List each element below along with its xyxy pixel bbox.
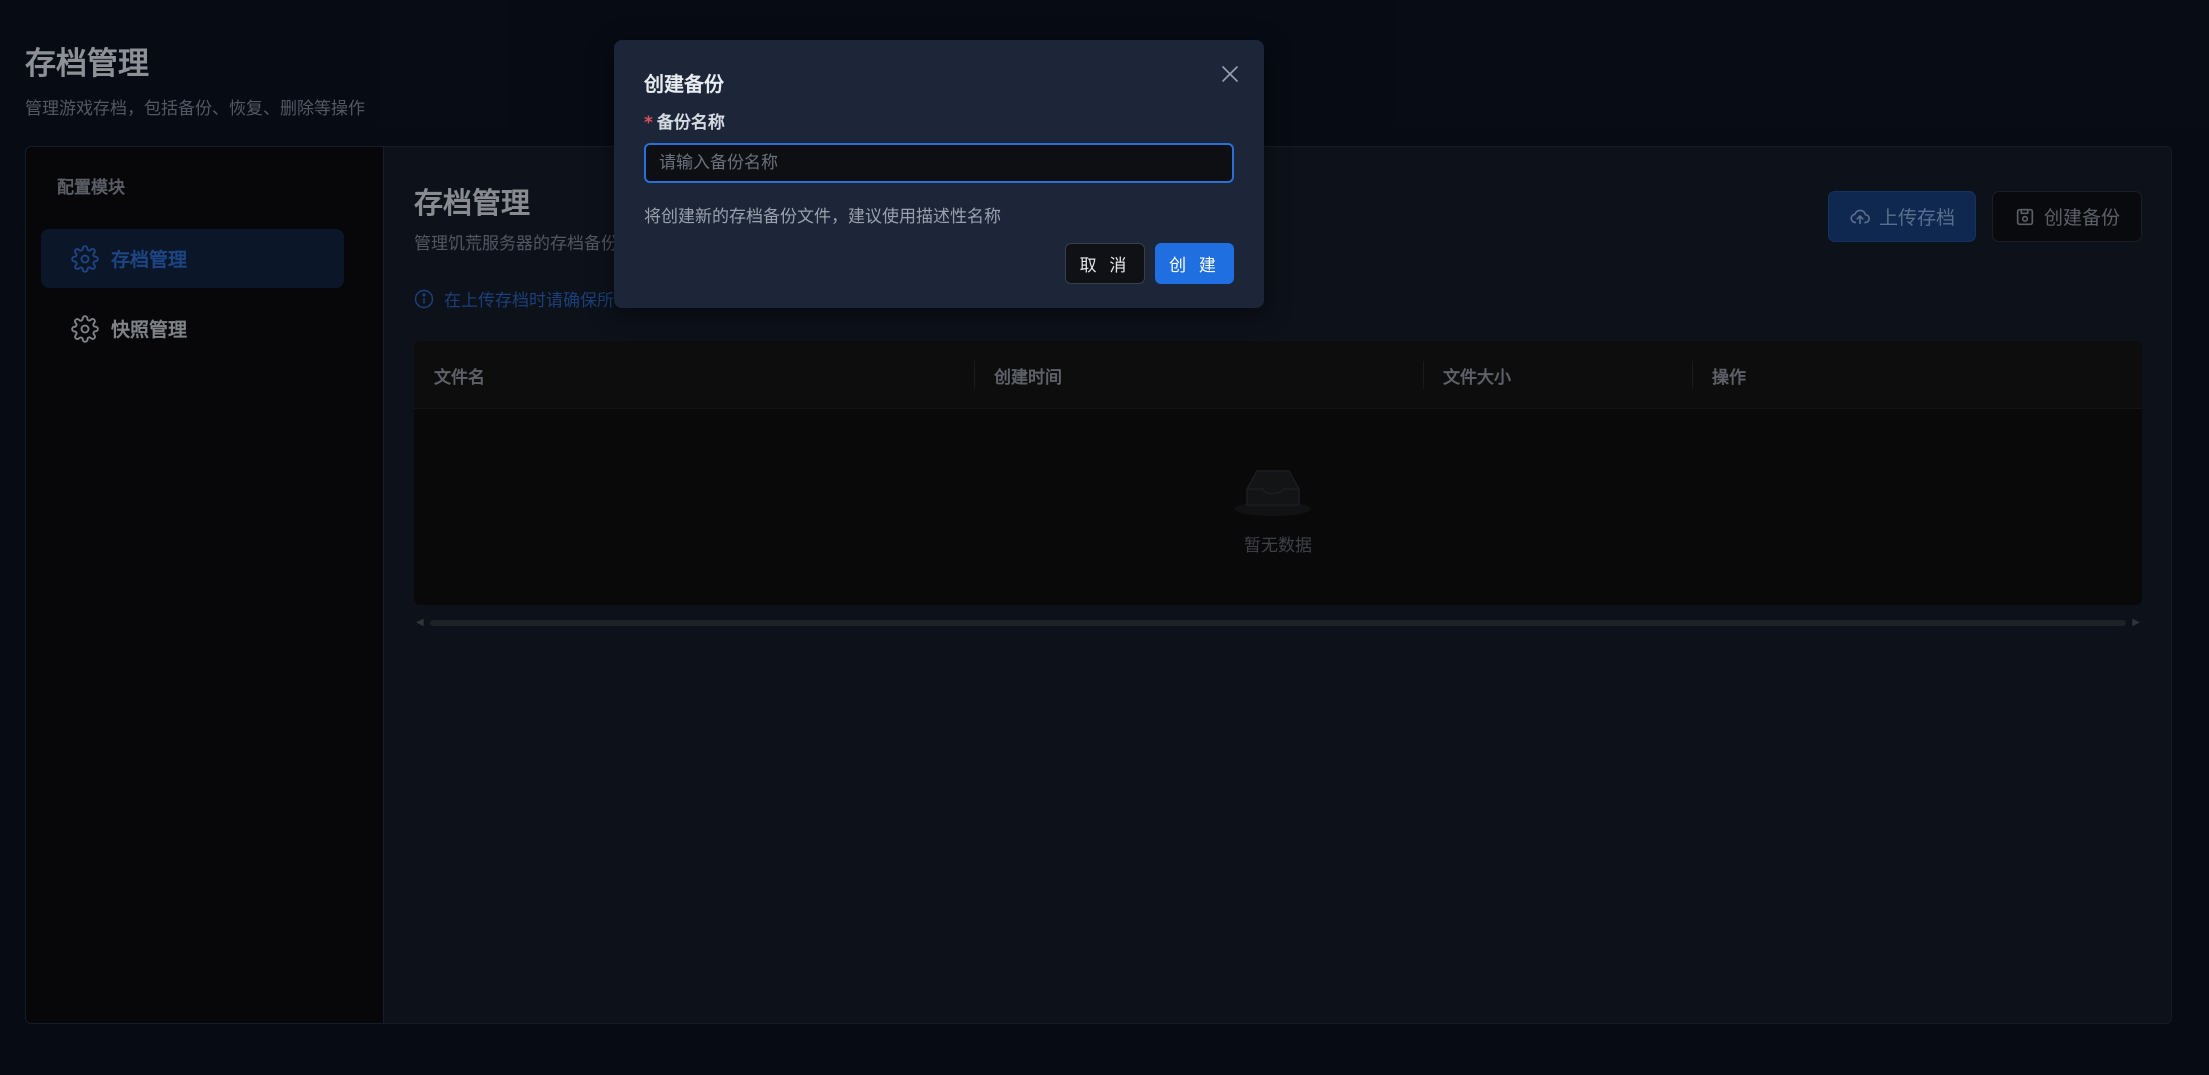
cancel-button[interactable]: 取 消 [1065, 243, 1145, 284]
required-mark: * [644, 113, 653, 133]
close-icon[interactable] [1218, 62, 1242, 86]
backup-name-input[interactable] [644, 143, 1234, 183]
backup-name-label: * 备份名称 [644, 113, 725, 133]
dialog-title: 创建备份 [644, 72, 724, 96]
create-backup-dialog: 创建备份 *备份名称 将创建新的存档备份文件，建议使用描述性名称 取 消 创 建 [614, 40, 1264, 308]
dialog-hint: 将创建新的存档备份文件，建议使用描述性名称 [644, 207, 1001, 227]
create-button[interactable]: 创 建 [1155, 243, 1234, 284]
